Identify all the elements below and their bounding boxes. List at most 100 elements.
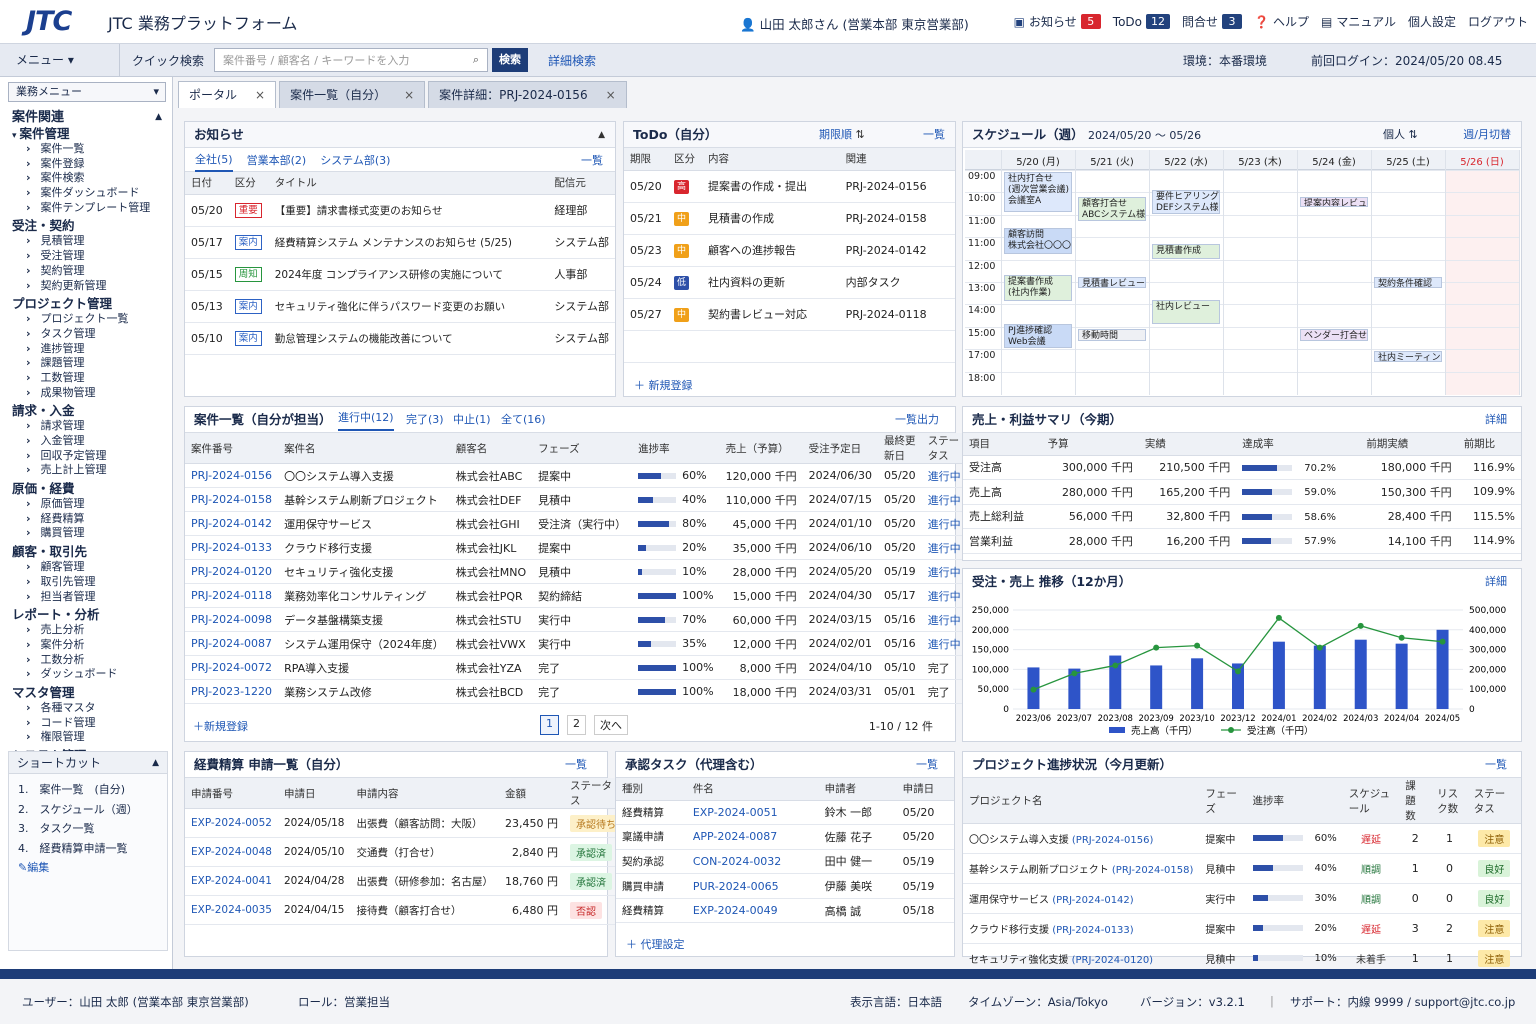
sort-dropdown[interactable]: 期限順 ⇅ [819,122,865,148]
table-row[interactable]: 05/10 案内 勤怠管理システムの機能改善について システム部 [185,322,615,355]
sidebar-group[interactable]: ▾ 案件管理 [0,126,172,142]
approval-more-link[interactable]: 一覧 [916,752,938,778]
notice-title[interactable]: 経費精算システム メンテナンスのお知らせ (5/25) [268,226,549,259]
approval-subject-link[interactable]: PUR-2024-0065 [686,873,819,899]
table-row[interactable]: PRJ-2024-0072 RPA導入支援 株式会社YZA 完了 100% 8,000 千… [185,655,967,680]
approval-subject-link[interactable]: CON-2024-0032 [686,849,819,875]
table-row[interactable]: PRJ-2024-0142 運用保守サービス 株式会社GHI 受注済（実行中） 80% 4… [185,511,967,536]
project-id-link[interactable]: PRJ-2024-0133 [185,535,279,560]
sidebar-group[interactable]: 受注・契約 [0,218,172,234]
table-row[interactable]: 稟議申請 APP-2024-0087 佐藤 花子 05/20 [616,824,954,850]
table-row[interactable]: 経費精算 EXP-2024-0051 鈴木 一郎 05/20 [616,800,954,826]
project-id-link[interactable]: PRJ-2024-0156 [185,463,279,488]
notice-more-link[interactable]: 一覧 [581,152,603,168]
export-link[interactable]: 一覧出力 [895,407,939,433]
todo-content[interactable]: 顧客への進捗報告 [702,234,840,267]
table-row[interactable]: PRJ-2024-0098 データ基盤構築支援 株式会社STU 実行中 70% 60,00… [185,607,967,632]
sidebar-item[interactable]: 売上計上管理 [0,463,172,478]
schedule-event[interactable]: 顧客訪問 株式会社〇〇〇 [1004,228,1072,255]
expense-id-link[interactable]: EXP-2024-0048 [185,837,278,867]
help-link[interactable]: ❓ ヘルプ [1254,13,1309,30]
project-id-link[interactable]: PRJ-2024-0120 [185,559,279,584]
approval-subject-link[interactable]: EXP-2024-0051 [686,800,819,826]
sidebar-item[interactable]: コード管理 [0,716,172,731]
sidebar-item[interactable]: 各種マスタ [0,701,172,716]
table-row[interactable]: 05/24 低社内資料の更新 内部タスク [624,266,955,299]
inquiry-link[interactable]: 問合せ 3 [1182,13,1243,30]
table-row[interactable]: 05/17 案内 経費精算システム メンテナンスのお知らせ (5/25) システム部 [185,226,615,259]
week-month-toggle[interactable]: 週/月切替 [1463,122,1511,148]
project-id-link[interactable]: (PRJ-2024-0133) [1052,925,1134,936]
page-2[interactable]: 2 [567,715,586,735]
sidebar-item[interactable]: プロジェクト一覧 [0,312,172,327]
table-row[interactable]: 05/15 周知 2024年度 コンプライアンス研修の実施について 人事部 [185,258,615,291]
table-row[interactable]: 05/23 中顧客への進捗報告 PRJ-2024-0142 [624,234,955,267]
sidebar-item[interactable]: 見積管理 [0,234,172,249]
table-row[interactable]: 05/21 中見積書の作成 PRJ-2024-0158 [624,202,955,235]
person-dropdown[interactable]: 個人 ⇅ [1383,122,1418,148]
table-row[interactable]: PRJ-2024-0156 〇〇システム導入支援 株式会社ABC 提案中 60% 120,… [185,463,967,488]
sidebar-item[interactable]: 経費精算 [0,512,172,527]
project-id-link[interactable]: (PRJ-2024-0156) [1072,835,1154,846]
project-id-link[interactable]: (PRJ-2024-0158) [1112,865,1194,876]
todo-link[interactable]: ToDo 12 [1113,14,1170,29]
sidebar-item[interactable]: 成果物管理 [0,386,172,401]
project-id-link[interactable]: (PRJ-2024-0142) [1052,895,1134,906]
notice-title[interactable]: セキュリティ強化に伴うパスワード変更のお願い [268,290,549,323]
sidebar-item[interactable]: 売上分析 [0,623,172,638]
schedule-event[interactable]: 見積書レビュー [1078,277,1146,288]
sales-detail-link[interactable]: 詳細 [1485,407,1507,433]
todo-content[interactable]: 社内資料の更新 [702,266,840,299]
schedule-event[interactable]: PJ進捗確認 Web会議 [1004,324,1072,349]
table-row[interactable]: EXP-2024-0035 2024/04/15 接待費（顧客打合せ） 6,480 円… [185,895,628,925]
sidebar-item[interactable]: 購買管理 [0,526,172,541]
sidebar-item[interactable]: 工数分析 [0,653,172,668]
table-row[interactable]: 05/20 重要 【重要】請求書様式変更のお知らせ 経理部 [185,194,615,227]
sidebar-menu-dropdown[interactable]: 業務メニュー [8,82,166,102]
table-row[interactable]: PRJ-2024-0158 基幹システム刷新プロジェクト 株式会社DEF 見積中 40%… [185,487,967,512]
sidebar-group[interactable]: 原価・経費 [0,481,172,497]
close-icon[interactable]: × [255,88,265,102]
search-button[interactable]: 検索 [492,48,529,72]
tab-completed[interactable]: 完了(3) [406,407,444,433]
settings-link[interactable]: 個人設定 [1408,13,1456,30]
table-row[interactable]: PRJ-2024-0133 クラウド移行支援 株式会社JKL 提案中 20% 35,000… [185,535,967,560]
sidebar-group[interactable]: プロジェクト管理 [0,296,172,312]
schedule-event[interactable]: 見積書作成 [1152,243,1220,259]
collapse-icon[interactable]: ▲ [598,122,605,148]
proxy-setting-link[interactable]: ＋ 代理設定 [626,936,685,952]
table-row[interactable]: PRJ-2024-0087 システム運用保守（2024年度） 株式会社VWX 実行中 3… [185,631,967,656]
expense-more-link[interactable]: 一覧 [565,752,587,778]
project-id-link[interactable]: PRJ-2024-0098 [185,607,279,632]
sidebar-item[interactable]: ダッシュボード [0,667,172,682]
project-id-link[interactable]: (PRJ-2024-0120) [1072,955,1154,966]
schedule-event[interactable]: 要件ヒアリング DEFシステム様 [1152,189,1220,214]
table-row[interactable]: EXP-2024-0048 2024/05/10 交通費（打合せ） 2,840 円承認… [185,837,628,867]
sidebar-item[interactable]: タスク管理 [0,327,172,342]
schedule-event[interactable]: 社内レビュー [1152,299,1220,324]
table-row[interactable]: PRJ-2024-0118 業務効率化コンサルティング 株式会社PQR 契約締結 100… [185,583,967,608]
shortcut-item[interactable]: 1. 案件一覧 (自分) [9,780,167,800]
table-row[interactable]: EXP-2024-0041 2024/04/28 出張費（研修参加：名古屋） 18,7… [185,866,628,896]
sidebar-item[interactable]: 工数管理 [0,371,172,386]
schedule-event[interactable]: 提案内容レビュー [1300,196,1368,208]
logout-link[interactable]: ログアウト [1468,13,1528,30]
expense-id-link[interactable]: EXP-2024-0052 [185,808,278,838]
table-row[interactable]: 購買申請 PUR-2024-0065 伊藤 美咲 05/19 [616,873,954,899]
sidebar-item[interactable]: 請求管理 [0,419,172,434]
table-row[interactable]: クラウド移行支援 (PRJ-2024-0133) 提案中 20% 遅延 3 2 注意 [963,913,1521,944]
project-add-link[interactable]: ＋新規登録 [193,718,248,734]
schedule-event[interactable]: 契約条件確認 [1374,277,1442,288]
current-user[interactable]: 👤 山田 太郎さん (営業本部 東京営業部) [740,14,969,33]
tab-project-list[interactable]: 案件一覧（自分） × [279,81,426,108]
shortcut-edit-link[interactable]: ✎編集 [9,858,167,878]
trend-detail-link[interactable]: 詳細 [1485,569,1507,595]
tab-portal[interactable]: ポータル × [178,81,277,108]
notice-title[interactable]: 勤怠管理システムの機能改善について [268,322,549,355]
notices-link[interactable]: ▣ お知らせ 5 [1014,13,1101,30]
progress-more-link[interactable]: 一覧 [1485,752,1507,778]
shortcut-header[interactable]: ショートカット ▲ [9,752,167,774]
tab-all[interactable]: 全社(5) [195,148,233,172]
page-1[interactable]: 1 [540,715,559,735]
table-row[interactable]: 〇〇システム導入支援 (PRJ-2024-0156) 提案中 60% 遅延 2 1 注意 [963,823,1521,854]
